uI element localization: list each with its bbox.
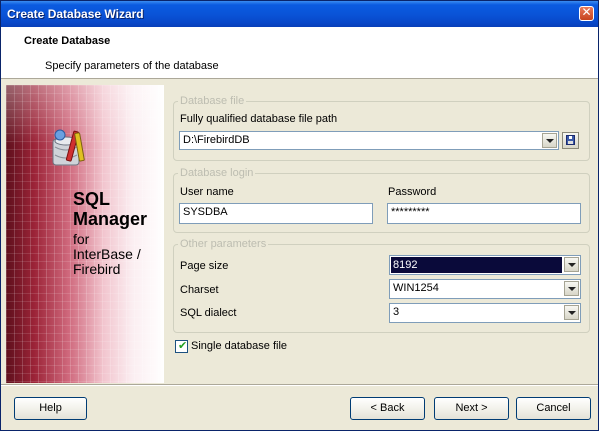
page-size-value: 8192 (391, 257, 562, 273)
step-title: Create Database (24, 35, 111, 47)
back-button[interactable]: < Back (350, 397, 425, 420)
product-target-line1: for (73, 231, 90, 247)
help-button[interactable]: Help (14, 397, 87, 420)
single-file-label[interactable]: Single database file (191, 340, 287, 352)
database-file-legend: Database file (180, 95, 245, 107)
product-name-line2: Manager (73, 209, 148, 229)
next-button-label: Next > (455, 402, 488, 414)
other-parameters-legend: Other parameters (180, 238, 267, 250)
save-disk-icon (566, 135, 575, 145)
user-name-input[interactable]: SYSDBA (179, 203, 373, 224)
wizard-header: Create Database Specify parameters of th… (1, 27, 598, 79)
next-button[interactable]: Next > (434, 397, 509, 420)
user-name-value: SYSDBA (183, 206, 228, 218)
product-target-line3: Firebird (73, 261, 121, 277)
browse-file-button[interactable] (562, 132, 579, 149)
window-title: Create Database Wizard (7, 7, 144, 21)
title-bar[interactable]: Create Database Wizard ✕ (1, 1, 598, 27)
close-button[interactable]: ✕ (579, 5, 594, 21)
wizard-window: Create Database Wizard ✕ Create Database… (0, 0, 599, 431)
product-target: for InterBase / Firebird (73, 232, 141, 277)
cancel-button-label: Cancel (536, 402, 571, 414)
product-name: SQL Manager (73, 189, 147, 229)
password-input[interactable]: ********* (387, 203, 581, 224)
wizard-panel: Database file Fully qualified database f… (165, 85, 597, 383)
file-path-label: Fully qualified database file path (180, 113, 338, 125)
page-size-select[interactable]: 8192 (389, 255, 581, 275)
chevron-down-icon[interactable] (564, 257, 579, 272)
close-icon: ✕ (581, 5, 592, 19)
file-path-value: D:\FirebirdDB (183, 134, 250, 146)
file-path-combo[interactable]: D:\FirebirdDB (179, 131, 559, 150)
password-value: ********* (391, 206, 430, 218)
product-target-line2: InterBase / (73, 246, 141, 262)
single-file-checkbox[interactable]: ✔ (175, 339, 188, 353)
separator-highlight (1, 385, 598, 386)
sql-dialect-label: SQL dialect (180, 307, 237, 319)
sql-dialect-value: 3 (393, 306, 400, 318)
charset-label: Charset (180, 284, 219, 296)
check-icon: ✔ (178, 339, 188, 352)
chevron-down-icon[interactable] (564, 305, 579, 320)
sql-dialect-select[interactable]: 3 (389, 303, 581, 323)
cancel-button[interactable]: Cancel (516, 397, 591, 420)
step-subtitle: Specify parameters of the database (45, 60, 219, 72)
product-name-line1: SQL (73, 189, 111, 209)
user-name-label: User name (180, 186, 234, 198)
charset-select[interactable]: WIN1254 (389, 279, 581, 299)
database-login-legend: Database login (180, 167, 254, 179)
page-size-label: Page size (180, 260, 229, 272)
charset-value: WIN1254 (393, 282, 439, 294)
password-label: Password (388, 186, 437, 198)
database-tools-icon (52, 129, 85, 166)
help-button-label: Help (39, 402, 62, 414)
product-banner: SQL Manager for InterBase / Firebird (6, 85, 164, 383)
back-button-label: < Back (370, 402, 405, 414)
database-file-group: Database file (173, 95, 590, 161)
chevron-down-icon[interactable] (564, 281, 579, 296)
chevron-down-icon[interactable] (542, 133, 557, 148)
